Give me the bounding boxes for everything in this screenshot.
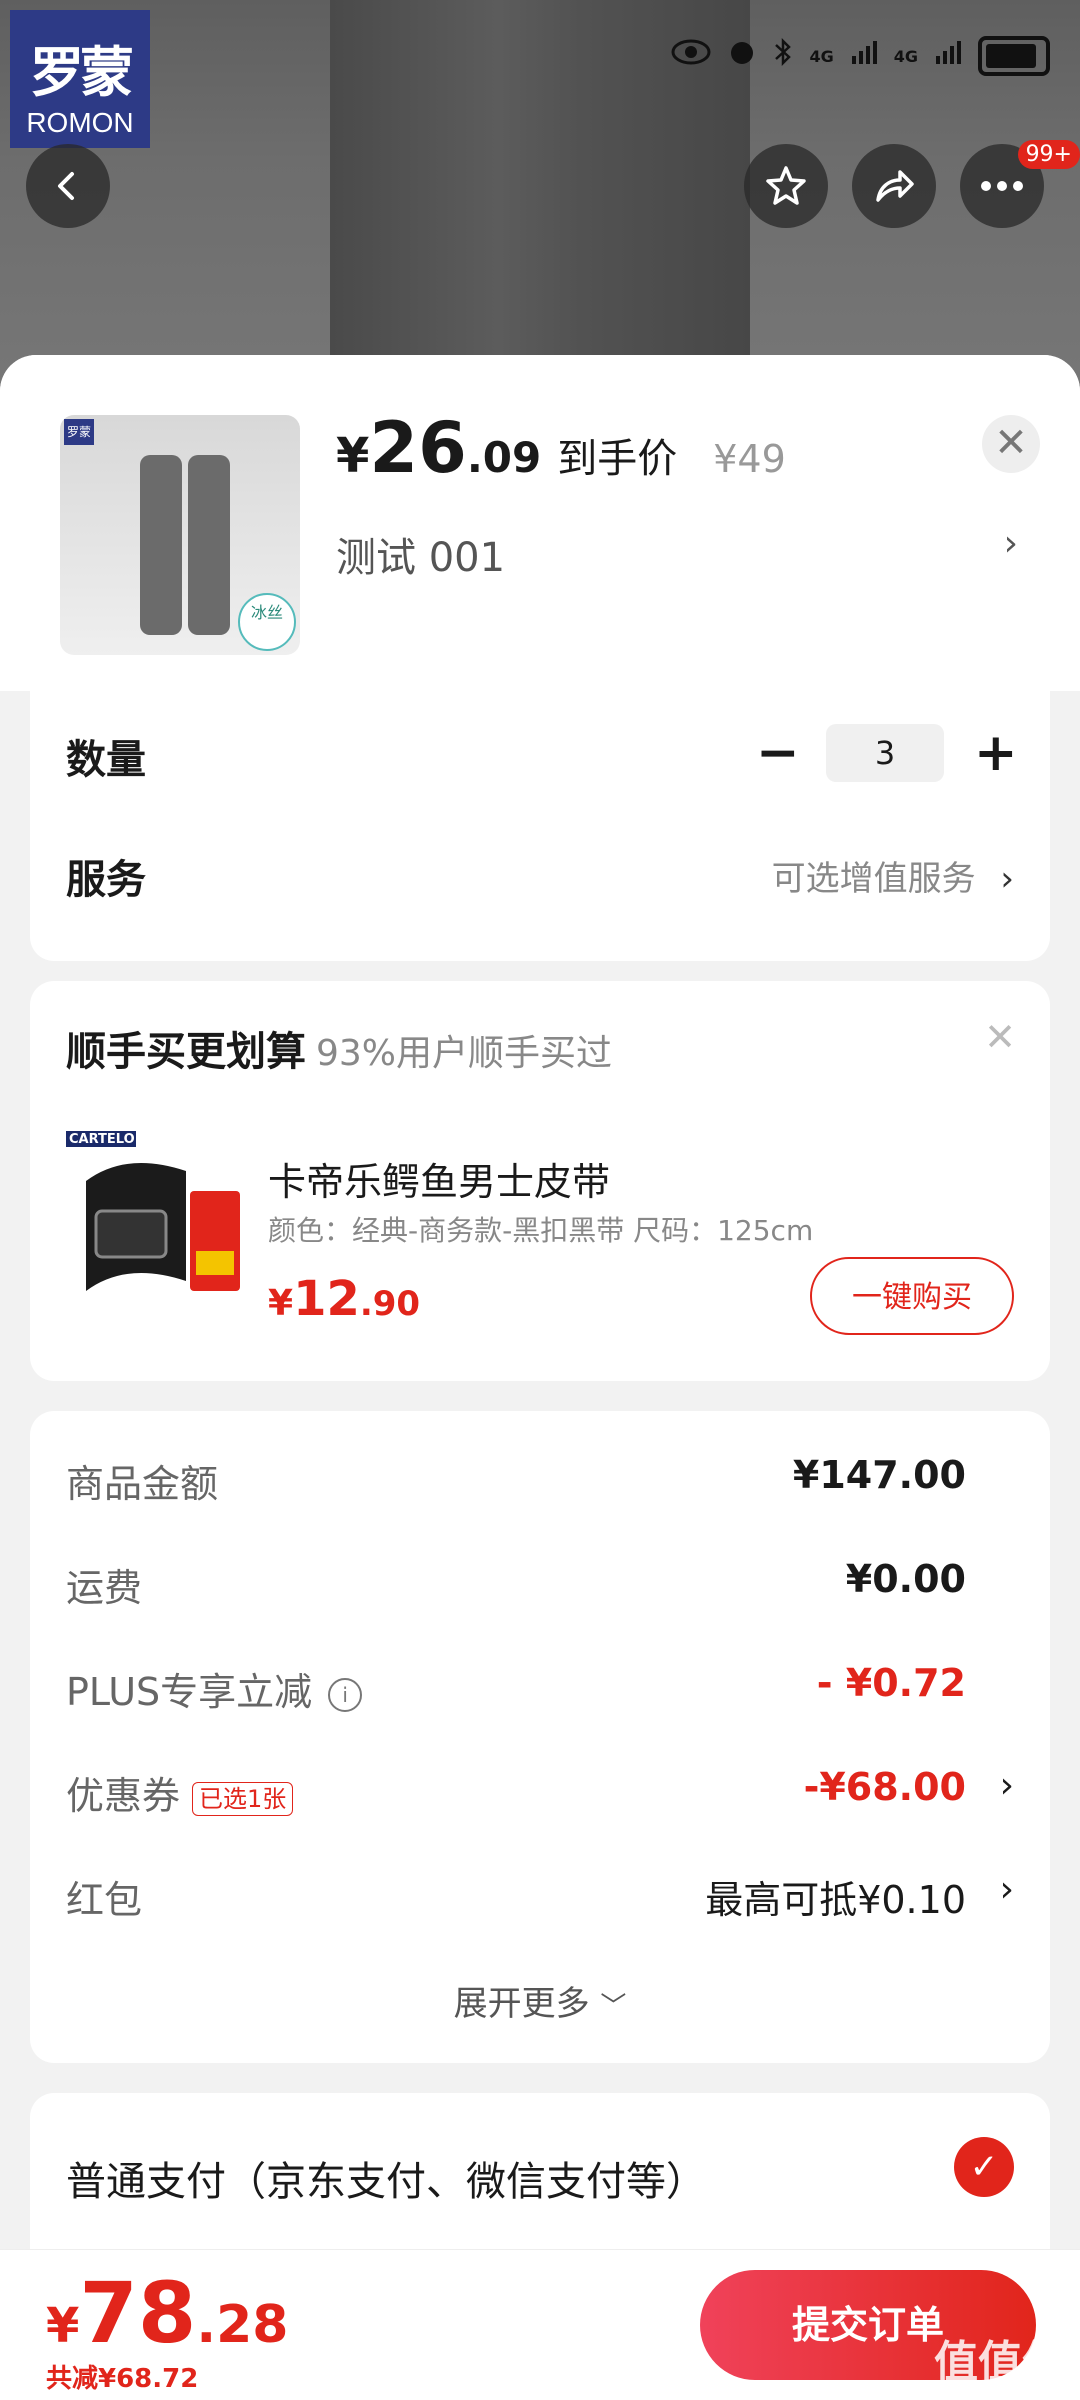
decrement-button[interactable]: − — [756, 723, 800, 783]
total-symbol: ¥ — [46, 2298, 80, 2354]
total-price: ¥ 78 .28 — [46, 2264, 288, 2362]
belt-illustration — [66, 1131, 240, 1291]
service-value: 可选增值服务 — [771, 859, 976, 899]
chevron-down-icon: ﹀ — [600, 1992, 627, 2022]
bundle-title: 顺手买更划算 93%用户顺手买过 — [66, 1019, 612, 1077]
thumb-leg-right — [188, 455, 230, 635]
one-click-buy-button[interactable]: 一键购买 — [810, 1257, 1014, 1335]
coupon-label-wrap: 优惠券 已选1张 — [66, 1765, 294, 1820]
bundle-item-price: ¥12.90 — [268, 1271, 420, 1327]
bundle-item-name[interactable]: 卡帝乐鳄鱼男士皮带 — [268, 1151, 610, 1206]
plus-discount-value: - ¥0.72 — [816, 1661, 966, 1705]
price-symbol: ¥ — [336, 428, 370, 484]
shipping-label: 运费 — [66, 1566, 143, 1610]
coupon-value: -¥68.00 — [803, 1765, 966, 1809]
eye-icon — [671, 38, 711, 74]
share-button[interactable] — [852, 144, 936, 228]
network-label-1: 4G — [809, 46, 834, 66]
bundle-card: 顺手买更划算 93%用户顺手买过 ✕ CARTELO 卡帝乐鳄鱼男士皮带 颜色：经… — [30, 981, 1050, 1381]
chevron-right-icon: › — [1000, 859, 1014, 899]
chevron-right-icon: › — [999, 1869, 1014, 1910]
total-saved: 共减¥68.72 — [46, 2364, 199, 2394]
more-dots-icon — [981, 181, 1023, 191]
favorite-button[interactable] — [744, 144, 828, 228]
original-price: ¥49 — [713, 437, 786, 481]
goods-amount-value: ¥147.00 — [792, 1453, 966, 1497]
price-summary-card: 商品金额 ¥147.00 运费 ¥0.00 PLUS专享立减 i - ¥0.72 … — [30, 1411, 1050, 2063]
total-integer: 78 — [79, 2264, 197, 2362]
brand-logo-cn: 罗蒙 — [30, 41, 134, 104]
payment-method-label[interactable]: 普通支付（京东支付、微信支付等） — [66, 2149, 706, 2207]
redpacket-label: 红包 — [66, 1878, 143, 1922]
product-price: ¥ 26 .09 到手价 ¥49 — [336, 407, 786, 489]
watermark-url: zhizhizhi.com — [957, 2381, 1066, 2400]
brand-logo: 罗蒙 ROMON — [10, 10, 150, 148]
chevron-right-icon: › — [999, 1765, 1014, 1806]
quantity-service-card: 数量 − 3 + 服务 可选增值服务 › — [30, 691, 1050, 961]
network-label-2: 4G — [893, 46, 918, 66]
belt-image[interactable]: CARTELO — [66, 1131, 244, 1309]
chevron-right-icon[interactable]: › — [1004, 523, 1018, 564]
expand-more-label: 展开更多 — [453, 1984, 590, 2024]
product-thumbnail[interactable]: 罗蒙 冰丝 — [60, 415, 300, 655]
plus-discount-label-wrap: PLUS专享立减 i — [66, 1661, 363, 1716]
shipping-value: ¥0.00 — [845, 1557, 966, 1601]
selected-spec[interactable]: 测试 001 — [336, 525, 505, 583]
thumb-leg-left — [140, 455, 182, 635]
signal-icon-2 — [934, 38, 962, 74]
bluetooth-icon — [773, 37, 793, 75]
expand-more-button[interactable]: 展开更多 ﹀ — [30, 1976, 1050, 2025]
info-icon[interactable]: i — [328, 1677, 363, 1712]
goods-amount-label: 商品金额 — [66, 1462, 219, 1506]
quantity-label: 数量 — [66, 737, 146, 783]
goods-amount-row: 商品金额 ¥147.00 — [66, 1453, 1014, 1513]
brand-logo-en: ROMON — [26, 107, 134, 138]
price-integer: 26 — [369, 407, 467, 489]
order-sheet: 罗蒙 冰丝 ¥ 26 .09 到手价 ¥49 ✕ 测试 001 › 数量 − 3… — [0, 355, 1080, 2400]
redpacket-row[interactable]: 红包 最高可抵¥0.10 › — [66, 1869, 1014, 1929]
close-button[interactable]: ✕ — [982, 415, 1040, 473]
coupon-label: 优惠券 — [66, 1774, 181, 1818]
signal-icon-1 — [850, 38, 878, 74]
star-icon — [766, 166, 806, 205]
close-icon: ✕ — [994, 420, 1028, 466]
bundle-title-text: 顺手买更划算 — [66, 1029, 306, 1075]
quantity-stepper: − 3 + — [756, 723, 1018, 783]
close-icon[interactable]: ✕ — [984, 1015, 1016, 1059]
belt-brand: CARTELO — [69, 1132, 135, 1147]
redpacket-value: 最高可抵¥0.10 — [705, 1878, 966, 1922]
share-icon — [876, 170, 914, 202]
more-badge: 99+ — [1017, 140, 1080, 169]
check-icon[interactable]: ✓ — [954, 2137, 1014, 2197]
increment-button[interactable]: + — [974, 723, 1018, 783]
bundle-price-dec: .90 — [359, 1284, 421, 1324]
total-decimal: .28 — [196, 2295, 289, 2355]
checkout-bar: ¥ 78 .28 共减¥68.72 提交订单 值值值 zhizhizhi.com — [0, 2249, 1080, 2400]
product-summary: 罗蒙 冰丝 ¥ 26 .09 到手价 ¥49 ✕ 测试 001 › — [0, 355, 1080, 691]
coupon-badge: 已选1张 — [192, 1781, 294, 1816]
bundle-subtitle: 93%用户顺手买过 — [316, 1033, 613, 1074]
plus-discount-label: PLUS专享立减 — [66, 1670, 313, 1714]
status-bar: 4G 4G — [671, 34, 1050, 78]
chevron-left-icon — [58, 172, 74, 200]
shipping-row: 运费 ¥0.00 — [66, 1557, 1014, 1617]
back-button[interactable] — [26, 144, 110, 228]
bundle-item-spec: 颜色：经典-商务款-黑扣黑带 尺码：125cm — [268, 1214, 814, 1247]
bundle-price-symbol: ¥ — [268, 1283, 294, 1324]
battery-icon — [978, 36, 1050, 76]
price-decimal: .09 — [466, 433, 542, 482]
alarm-icon — [727, 37, 757, 75]
thumb-brand-logo: 罗蒙 — [64, 419, 94, 445]
plus-discount-row: PLUS专享立减 i - ¥0.72 — [66, 1661, 1014, 1721]
service-label: 服务 — [66, 857, 146, 903]
price-label: 到手价 — [557, 436, 678, 482]
service-selector[interactable]: 可选增值服务 › — [772, 851, 1014, 900]
thumb-tag: 冰丝 — [238, 593, 296, 651]
bundle-price-int: 12 — [293, 1271, 360, 1327]
quantity-input[interactable]: 3 — [826, 724, 944, 782]
coupon-row[interactable]: 优惠券 已选1张 -¥68.00 › — [66, 1765, 1014, 1825]
